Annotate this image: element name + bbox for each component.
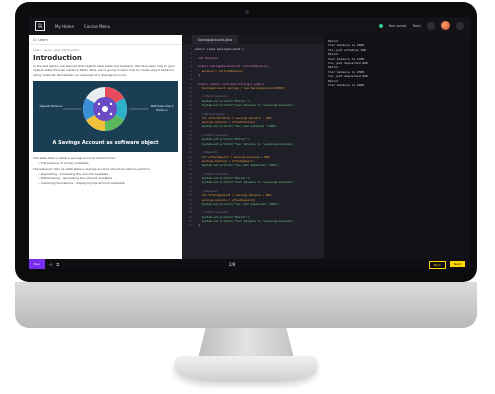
monitor-stand	[198, 328, 294, 358]
code-text: }	[195, 72, 201, 77]
lesson-panel: Q: Learn Learn › Java › Java Introductio…	[29, 35, 182, 259]
code-text: public class SavingsAccount {	[195, 47, 244, 52]
code-text: System.out.println("You just deposited "…	[195, 201, 280, 206]
bottom-bar: Run ⟲ ⧉ 2/8 Back Next	[29, 259, 470, 269]
behavior-list: • Depositing - increasing the amount ava…	[29, 172, 182, 186]
list-item: • Checking the balance - displaying the …	[38, 180, 125, 185]
settings-icon[interactable]	[456, 21, 464, 30]
diagram-left-label: Deposit Balance	[39, 104, 63, 109]
code-text: balance = initialBalance;	[195, 68, 244, 73]
output-line: Your balance is 2900	[328, 83, 365, 88]
code-text: System.out.println("Your balance is "+sa…	[195, 180, 295, 185]
nav-course-menu[interactable]: Course Menu	[84, 24, 110, 29]
code-text: System.out.println("You just withdrew "+…	[195, 124, 278, 129]
diagram-right-label: Withdraw Check Balance	[150, 104, 174, 112]
state-list: • The balance of money available	[29, 161, 182, 166]
save-status: Not saved	[388, 23, 407, 28]
next-button[interactable]: Next	[450, 261, 465, 267]
top-navigation: ℝ My Home Course Menu Not saved Tools	[29, 17, 470, 35]
code-text: System.out.println("Your balance is "+sa…	[195, 219, 295, 224]
code-text: System.out.println("You just deposited "…	[195, 163, 280, 168]
code-text: }	[195, 223, 201, 228]
output-lines: Hello! Your balance is 2000 You just withd…	[324, 35, 470, 87]
nav-my-home[interactable]: My Home	[55, 24, 74, 29]
topbar-actions: Not saved Tools	[378, 21, 464, 30]
avatar[interactable]	[441, 21, 450, 30]
camera	[245, 10, 249, 14]
lesson-intro: In the last lesson, we learned that obje…	[33, 64, 175, 77]
breadcrumb: Learn › Java › Java Introduction	[33, 48, 80, 52]
diagram-caption: A Savings Account as software object	[52, 140, 159, 147]
screen: ℝ My Home Course Menu Not saved Tools Q:…	[29, 17, 470, 269]
save-status-icon	[378, 23, 383, 28]
code-text: int balance;	[195, 55, 219, 60]
editor-file-tab[interactable]: SavingsAccount.java	[192, 35, 239, 44]
code-lines: 1 public class SavingsAccount {2 3 int bal…	[182, 47, 324, 227]
brand-logo[interactable]: ℝ	[35, 21, 45, 31]
code-line: 42 }	[182, 223, 324, 227]
code-editor[interactable]: SavingsAccount.java 1 public class Saving…	[182, 35, 324, 259]
lesson-tab[interactable]: Q: Learn	[29, 35, 182, 45]
line-number: 42	[188, 223, 192, 228]
code-text: SavingsAccount savings = new SavingsAcco…	[195, 85, 286, 90]
code-text: System.out.println("Your balance is "+sa…	[195, 103, 295, 107]
list-item: • The balance of money available	[38, 160, 89, 165]
copy-icon[interactable]: ⧉	[56, 262, 59, 267]
monitor-base	[175, 356, 317, 382]
page-indicator: 2/8	[229, 261, 236, 267]
page-title: Introduction	[33, 54, 82, 62]
monitor-chin	[15, 282, 477, 328]
reset-icon[interactable]: ⟲	[49, 262, 52, 267]
help-icon[interactable]	[427, 21, 435, 30]
savings-account-diagram: Deposit Balance Withdraw Check Balance A…	[33, 81, 178, 153]
output-console: Hello! Your balance is 2000 You just withd…	[324, 35, 470, 259]
editor-tabs: SavingsAccount.java	[182, 35, 324, 44]
run-button[interactable]: Run	[29, 259, 45, 269]
tools-menu[interactable]: Tools	[412, 24, 421, 28]
code-text: System.out.println("Your balance is "+sa…	[195, 141, 295, 146]
back-button[interactable]: Back	[428, 261, 446, 269]
